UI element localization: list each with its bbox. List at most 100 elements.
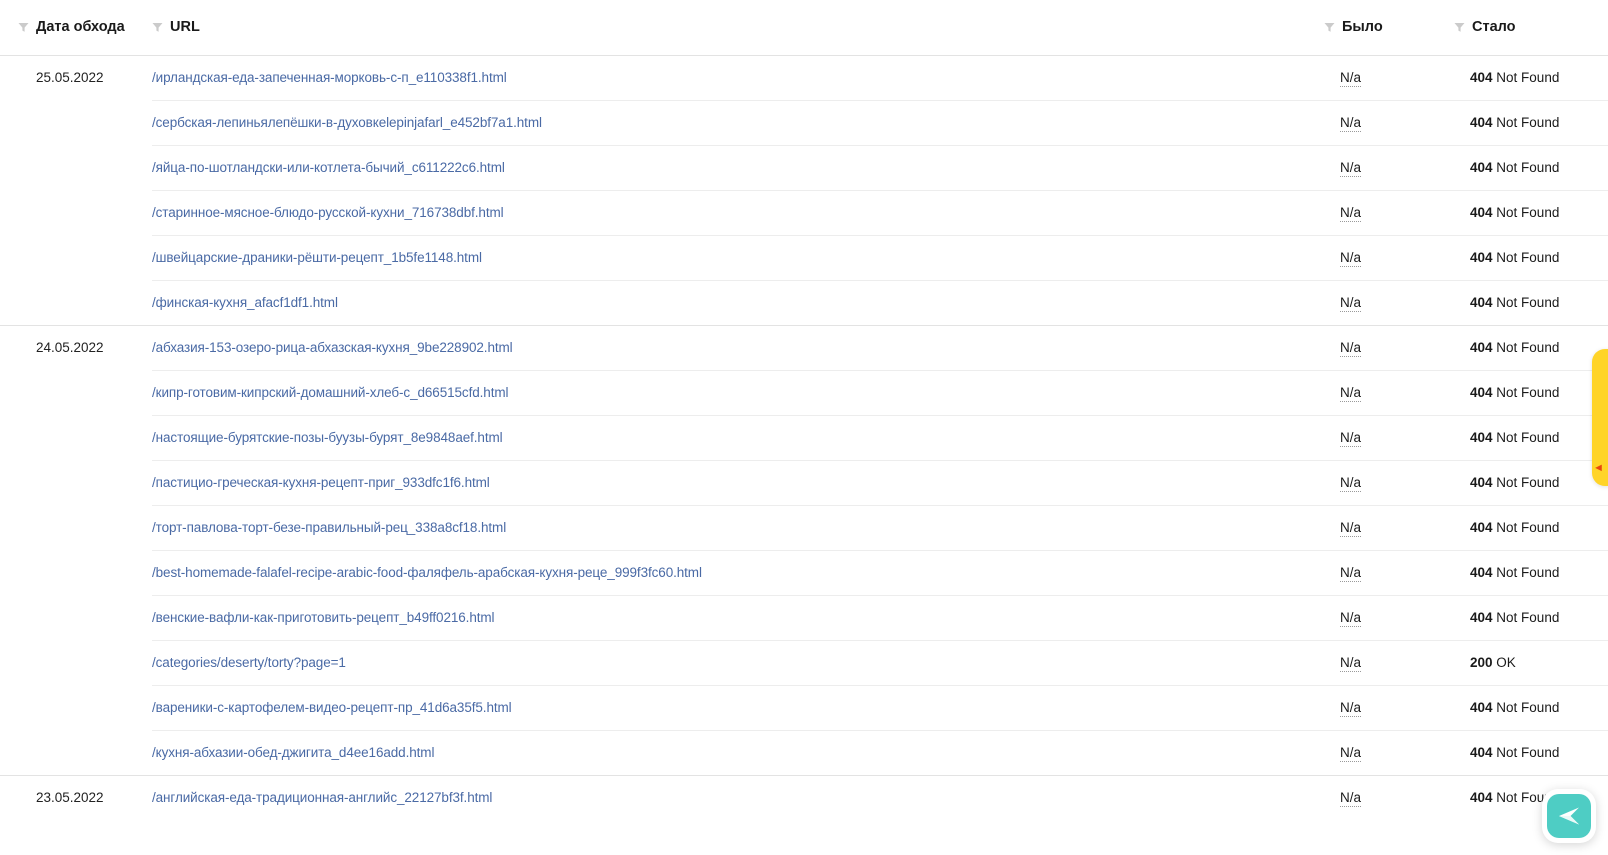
- url-link[interactable]: /best-homemade-falafel-recipe-arabic-foo…: [152, 565, 702, 580]
- status-code-text: Not Found: [1496, 520, 1560, 535]
- cell-url: /швейцарские-драники-рёшти-рецепт_1b5fe1…: [152, 234, 1310, 280]
- cell-now: 404 Not Found: [1440, 549, 1608, 595]
- status-code-text: Not Found: [1496, 340, 1560, 355]
- funnel-icon[interactable]: [152, 22, 163, 33]
- url-link[interactable]: /кухня-абхазии-обед-джигита_d4ee16add.ht…: [152, 745, 434, 760]
- cell-date: [0, 100, 152, 145]
- url-link[interactable]: /ирландская-еда-запеченная-морковь-с-п_e…: [152, 70, 507, 85]
- column-header-url[interactable]: URL: [152, 0, 1310, 56]
- url-link[interactable]: /пастицио-греческая-кухня-рецепт-приг_93…: [152, 475, 490, 490]
- column-header-now[interactable]: Стало: [1440, 0, 1608, 56]
- cell-now: 404 Not Found: [1440, 594, 1608, 640]
- cell-now: 404 Not Found: [1440, 414, 1608, 460]
- url-link[interactable]: /categories/deserty/torty?page=1: [152, 655, 346, 670]
- column-header-date[interactable]: Дата обхода: [0, 0, 152, 56]
- column-header-was[interactable]: Было: [1310, 0, 1440, 56]
- status-na[interactable]: N/a: [1340, 700, 1362, 717]
- url-link[interactable]: /финская-кухня_afacf1df1.html: [152, 295, 338, 310]
- table-row: 25.05.2022/ирландская-еда-запеченная-мор…: [0, 54, 1608, 100]
- status-na[interactable]: N/a: [1340, 565, 1362, 582]
- cell-url: /финская-кухня_afacf1df1.html: [152, 279, 1310, 325]
- status-na[interactable]: N/a: [1340, 520, 1362, 537]
- status-na[interactable]: N/a: [1340, 655, 1362, 672]
- status-code: 404: [1470, 70, 1493, 85]
- url-link[interactable]: /английская-еда-традиционная-английс_221…: [152, 790, 492, 805]
- status-na[interactable]: N/a: [1340, 160, 1362, 177]
- status-code: 404: [1470, 475, 1493, 490]
- cell-was: N/a: [1310, 414, 1440, 460]
- column-header-now-label: Стало: [1472, 19, 1516, 36]
- status-code-text: Not Found: [1496, 565, 1560, 580]
- status-code: 404: [1470, 565, 1493, 580]
- url-link[interactable]: /кипр-готовим-кипрский-домашний-хлеб-с_d…: [152, 385, 509, 400]
- cell-now: 404 Not Found: [1440, 144, 1608, 190]
- funnel-icon[interactable]: [1454, 22, 1465, 33]
- url-link[interactable]: /вареники-с-картофелем-видео-рецепт-пр_4…: [152, 700, 512, 715]
- status-na[interactable]: N/a: [1340, 385, 1362, 402]
- cell-date: [0, 460, 152, 505]
- url-link[interactable]: /яйца-по-шотландски-или-котлета-бычий_c6…: [152, 160, 505, 175]
- status-code-text: Not Found: [1496, 160, 1560, 175]
- status-code: 404: [1470, 700, 1493, 715]
- send-icon: [1547, 794, 1591, 838]
- url-link[interactable]: /венские-вафли-как-приготовить-рецепт_b4…: [152, 610, 495, 625]
- url-link[interactable]: /абхазия-153-озеро-рица-абхазская-кухня_…: [152, 340, 513, 355]
- status-na[interactable]: N/a: [1340, 430, 1362, 447]
- table-header-row: Дата обхода URL Было Стало: [0, 0, 1608, 56]
- cell-date: [0, 145, 152, 190]
- status-na[interactable]: N/a: [1340, 250, 1362, 267]
- cell-was: N/a: [1310, 324, 1440, 370]
- cell-now: 404 Not Found: [1440, 189, 1608, 235]
- status-code-text: Not Found: [1496, 295, 1560, 310]
- cell-was: N/a: [1310, 459, 1440, 505]
- status-na[interactable]: N/a: [1340, 70, 1362, 87]
- url-link[interactable]: /швейцарские-драники-рёшти-рецепт_1b5fe1…: [152, 250, 482, 265]
- cell-now: 404 Not Found: [1440, 99, 1608, 145]
- table-row: 24.05.2022/абхазия-153-озеро-рица-абхазс…: [0, 324, 1608, 370]
- status-na[interactable]: N/a: [1340, 205, 1362, 222]
- status-na[interactable]: N/a: [1340, 745, 1362, 762]
- table-row: /яйца-по-шотландски-или-котлета-бычий_c6…: [0, 144, 1608, 190]
- status-na[interactable]: N/a: [1340, 115, 1362, 132]
- cell-date: [0, 505, 152, 550]
- column-header-was-label: Было: [1342, 19, 1383, 36]
- status-code: 404: [1470, 340, 1493, 355]
- column-header-date-label: Дата обхода: [36, 19, 125, 36]
- status-na[interactable]: N/a: [1340, 295, 1362, 312]
- table-row: /кухня-абхазии-обед-джигита_d4ee16add.ht…: [0, 729, 1608, 775]
- status-na[interactable]: N/a: [1340, 340, 1362, 357]
- url-link[interactable]: /торт-павлова-торт-безе-правильный-рец_3…: [152, 520, 506, 535]
- cell-url: /венские-вафли-как-приготовить-рецепт_b4…: [152, 594, 1310, 640]
- cell-was: N/a: [1310, 594, 1440, 640]
- table-header: Дата обхода URL Было Стало: [0, 0, 1608, 56]
- status-na[interactable]: N/a: [1340, 475, 1362, 492]
- chat-button[interactable]: [1542, 789, 1596, 843]
- cell-date: [0, 730, 152, 775]
- cell-was: N/a: [1310, 369, 1440, 415]
- cell-now: 404 Not Found: [1440, 324, 1608, 370]
- cell-date: [0, 370, 152, 415]
- cell-now: 404 Not Found: [1440, 54, 1608, 100]
- status-na[interactable]: N/a: [1340, 610, 1362, 627]
- status-code-text: Not Found: [1496, 430, 1560, 445]
- feedback-tab[interactable]: ◄: [1592, 349, 1608, 486]
- cell-now: 404 Not Found: [1440, 369, 1608, 415]
- status-code-text: Not Found: [1496, 745, 1560, 760]
- cell-now: 404 Not Found: [1440, 729, 1608, 775]
- status-na[interactable]: N/a: [1340, 790, 1362, 808]
- url-link[interactable]: /настоящие-бурятские-позы-буузы-бурят_8e…: [152, 430, 503, 445]
- status-code-text: Not Found: [1496, 385, 1560, 400]
- funnel-icon[interactable]: [1324, 22, 1335, 33]
- status-code: 404: [1470, 610, 1493, 625]
- cell-was: N/a: [1310, 639, 1440, 685]
- status-code-text: Not Found: [1496, 70, 1560, 85]
- cell-url: /яйца-по-шотландски-или-котлета-бычий_c6…: [152, 144, 1310, 190]
- url-link[interactable]: /сербская-лепиньялепёшки-в-духовкеlepinj…: [152, 115, 542, 130]
- funnel-icon[interactable]: [18, 22, 29, 33]
- status-code: 404: [1470, 160, 1493, 175]
- status-code-text: Not Found: [1496, 250, 1560, 265]
- status-code: 404: [1470, 385, 1493, 400]
- cell-url: /торт-павлова-торт-безе-правильный-рец_3…: [152, 504, 1310, 550]
- column-header-url-label: URL: [170, 19, 200, 36]
- url-link[interactable]: /старинное-мясное-блюдо-русской-кухни_71…: [152, 205, 504, 220]
